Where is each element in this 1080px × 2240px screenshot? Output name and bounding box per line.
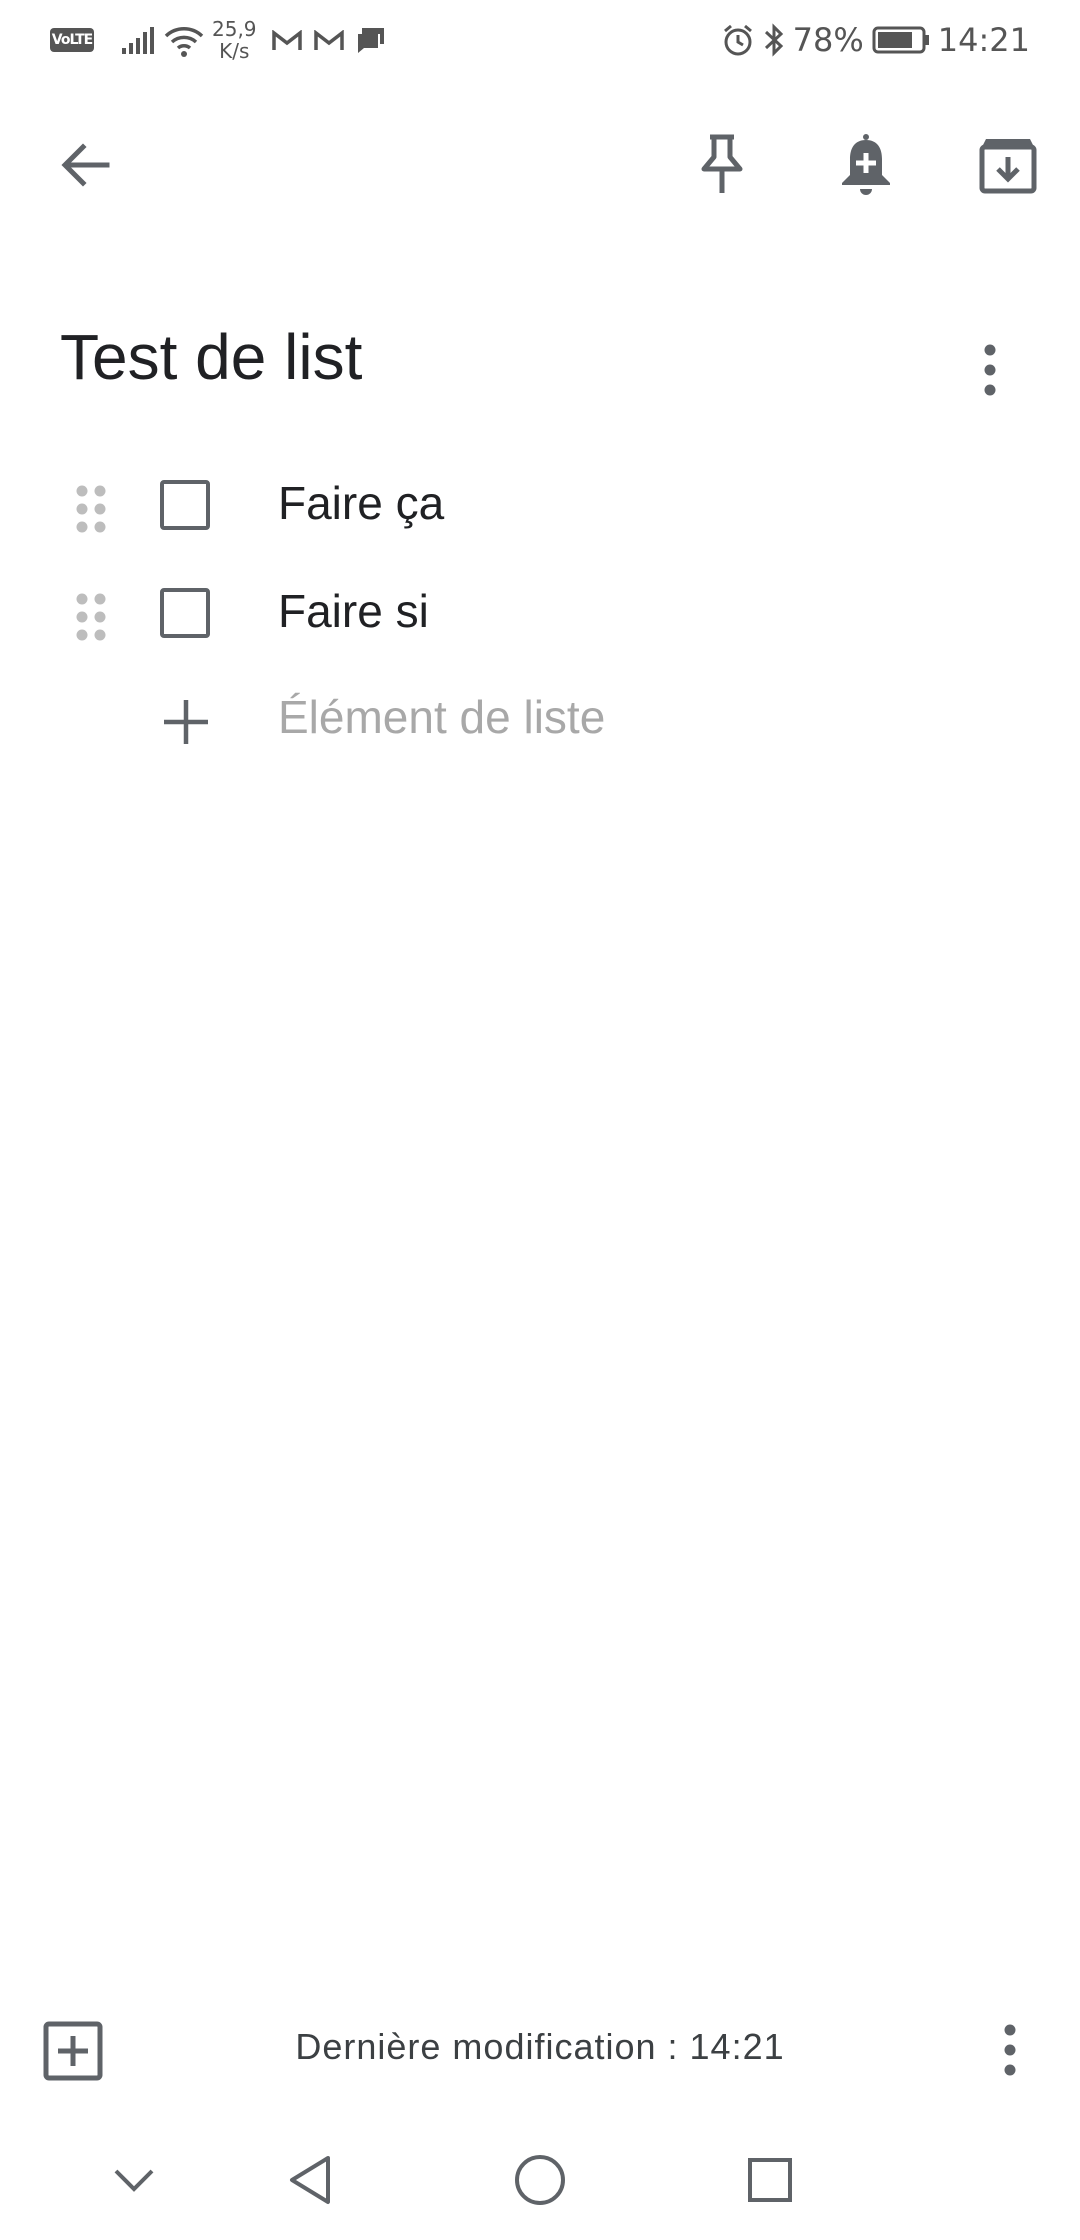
circle-home-icon bbox=[515, 2155, 565, 2205]
triangle-back-icon bbox=[290, 2156, 330, 2204]
drag-handle-icon[interactable] bbox=[74, 592, 108, 642]
pin-button[interactable] bbox=[682, 125, 762, 205]
back-arrow-icon bbox=[61, 143, 110, 187]
archive-button[interactable] bbox=[968, 125, 1048, 205]
add-list-item-row[interactable]: Élément de liste bbox=[0, 672, 1080, 772]
list-item[interactable]: Faire si bbox=[0, 566, 1080, 666]
wifi-icon bbox=[164, 27, 204, 57]
archive-icon bbox=[979, 139, 1037, 194]
item-text[interactable]: Faire ça bbox=[278, 476, 444, 530]
hide-nav-button[interactable] bbox=[104, 2150, 164, 2210]
note-bottom-bar: Dernière modification : 14:21 bbox=[0, 2000, 1080, 2100]
last-modified-text: Dernière modification : 14:21 bbox=[295, 2026, 785, 2067]
reminder-bell-icon bbox=[842, 134, 890, 195]
back-button[interactable] bbox=[45, 125, 125, 205]
network-speed: 25,9 K/s bbox=[212, 18, 257, 62]
gmail-icon bbox=[272, 30, 302, 50]
item-text[interactable]: Faire si bbox=[278, 584, 429, 638]
title-more-options-button[interactable] bbox=[970, 340, 1010, 400]
note-toolbar bbox=[0, 110, 1080, 220]
chevron-down-icon bbox=[114, 2169, 154, 2192]
more-vert-icon bbox=[984, 344, 996, 396]
gmail-icon bbox=[314, 30, 344, 50]
signal-icon bbox=[122, 27, 154, 54]
nav-recents-button[interactable] bbox=[740, 2150, 800, 2210]
note-title[interactable]: Test de list bbox=[60, 320, 362, 394]
status-bar: VoLTE 25,9 K/s 78% 14:21 bbox=[0, 0, 1080, 80]
status-bar-right: 78% 14:21 bbox=[721, 18, 1030, 62]
reminder-button[interactable] bbox=[826, 125, 906, 205]
network-speed-value: 25,9 bbox=[212, 17, 257, 41]
alarm-icon bbox=[723, 24, 752, 56]
drag-handle-icon[interactable] bbox=[74, 484, 108, 534]
message-icon bbox=[358, 28, 384, 53]
battery-icon bbox=[872, 26, 929, 54]
nav-home-button[interactable] bbox=[510, 2150, 570, 2210]
more-vert-icon bbox=[1004, 2024, 1016, 2076]
list-item[interactable]: Faire ça bbox=[0, 458, 1080, 558]
item-checkbox[interactable] bbox=[160, 588, 210, 638]
plus-icon bbox=[164, 700, 208, 744]
item-checkbox[interactable] bbox=[160, 480, 210, 530]
status-clock: 14:21 bbox=[937, 21, 1030, 59]
square-recents-icon bbox=[748, 2158, 792, 2202]
volte-icon: VoLTE bbox=[50, 28, 94, 52]
add-item-placeholder[interactable]: Élément de liste bbox=[278, 690, 605, 744]
bluetooth-icon bbox=[764, 23, 783, 57]
more-options-button[interactable] bbox=[990, 2020, 1030, 2080]
battery-percent: 78% bbox=[792, 21, 864, 59]
nav-back-button[interactable] bbox=[280, 2150, 340, 2210]
system-nav-bar bbox=[0, 2120, 1080, 2240]
network-speed-unit: K/s bbox=[219, 39, 250, 63]
pin-icon bbox=[701, 134, 743, 193]
